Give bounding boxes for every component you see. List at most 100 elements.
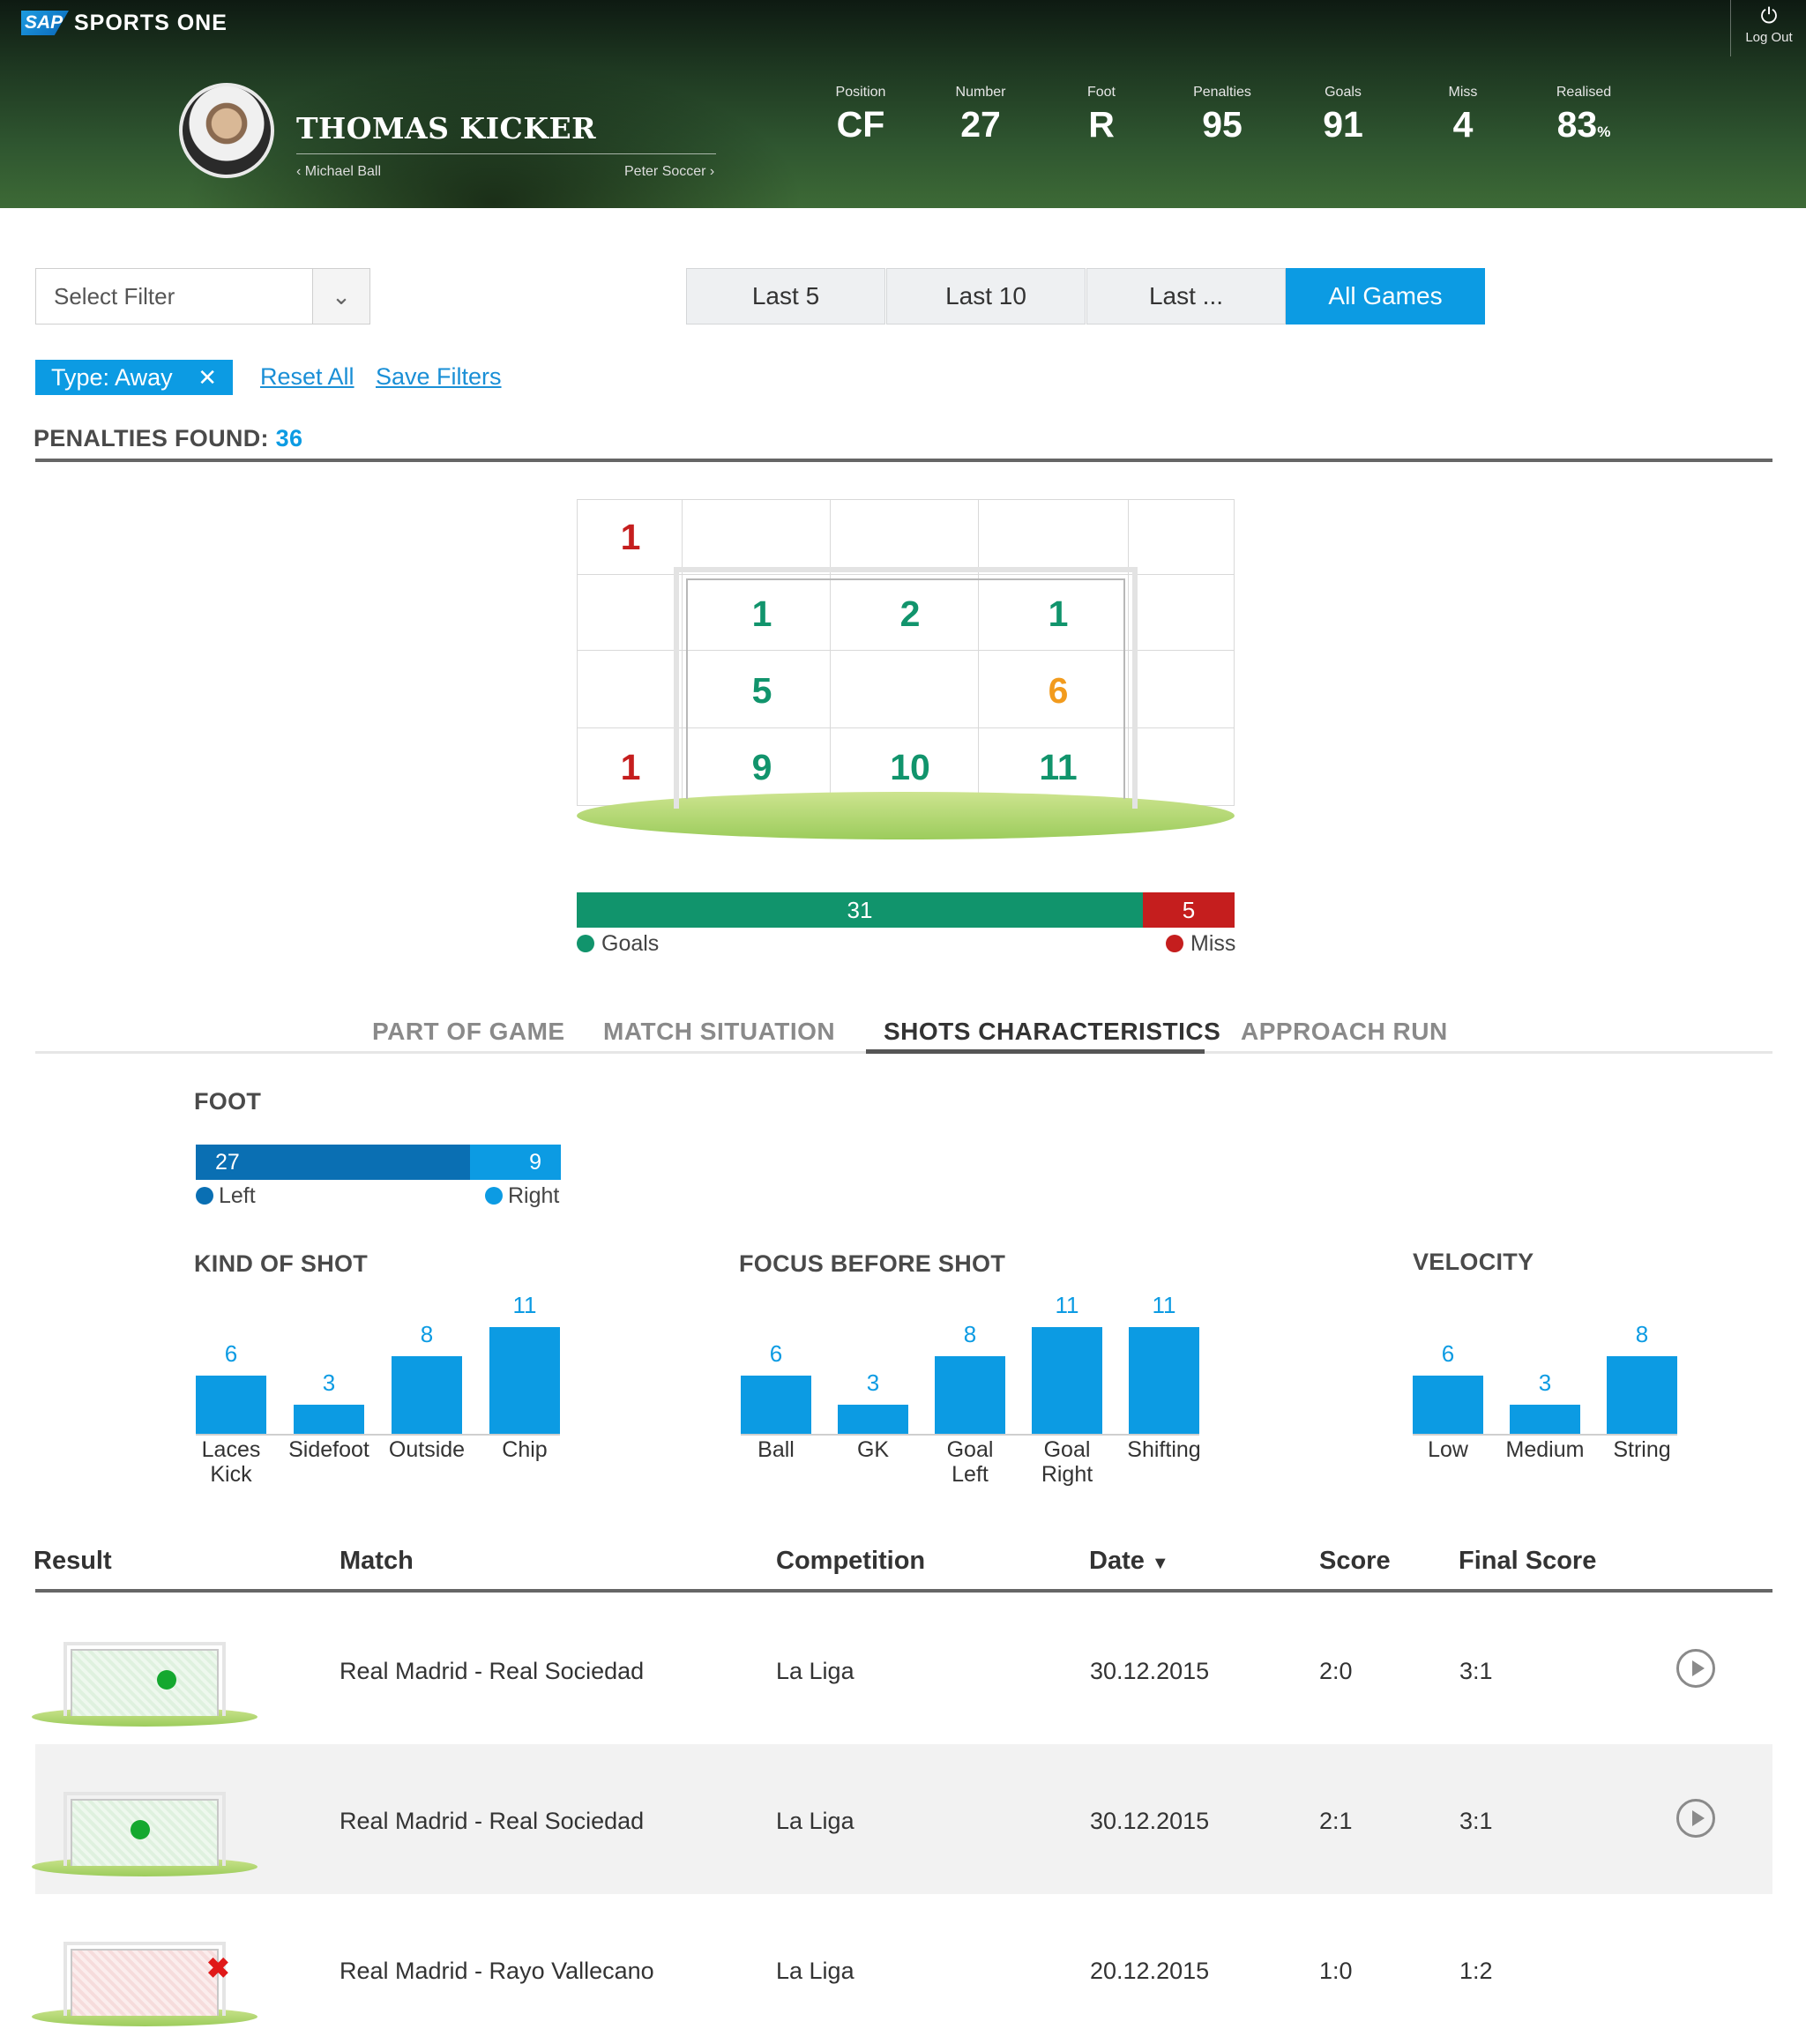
chart-bar[interactable] bbox=[1510, 1405, 1580, 1434]
col-header-match[interactable]: Match bbox=[340, 1547, 414, 1576]
tab-part-of-game[interactable]: PART OF GAME bbox=[372, 1018, 565, 1046]
col-header-score[interactable]: Score bbox=[1319, 1547, 1391, 1576]
miss-legend-label: Miss bbox=[1190, 931, 1236, 956]
chart-bar-label: Shifting bbox=[1127, 1437, 1201, 1462]
chart-baseline bbox=[196, 1434, 560, 1436]
range-last-10[interactable]: Last 10 bbox=[886, 268, 1086, 325]
foot-left-value: 27 bbox=[215, 1150, 240, 1175]
stat-penalties: Penalties 95 bbox=[1160, 85, 1284, 145]
range-last-custom[interactable]: Last ... bbox=[1086, 268, 1286, 325]
chart-bar[interactable] bbox=[1129, 1327, 1199, 1434]
chart-bar[interactable] bbox=[935, 1356, 1005, 1434]
zone-outside-top-left[interactable]: 1 bbox=[604, 517, 657, 558]
goals-legend-dot bbox=[577, 935, 594, 952]
col-header-date[interactable]: Date ▼ bbox=[1089, 1547, 1169, 1576]
zone-bottom-right[interactable]: 11 bbox=[1032, 747, 1085, 788]
chart-bar[interactable] bbox=[741, 1376, 811, 1434]
stat-miss: Miss 4 bbox=[1401, 85, 1525, 145]
stat-label: Position bbox=[835, 85, 886, 100]
app-header: SAP SPORTS ONE ⏻ Log Out THOMAS KICKER ‹… bbox=[0, 0, 1806, 208]
close-icon[interactable]: ✕ bbox=[198, 360, 217, 395]
chart-bar-value: 6 bbox=[224, 1340, 238, 1367]
filter-select[interactable]: Select Filter ⌄ bbox=[35, 268, 370, 325]
foot-left-dot bbox=[196, 1187, 213, 1205]
chart-bar-value: 6 bbox=[769, 1340, 783, 1367]
table-row[interactable] bbox=[35, 1744, 1772, 1894]
zone-top-center[interactable]: 2 bbox=[884, 593, 937, 635]
tab-match-situation[interactable]: MATCH SITUATION bbox=[603, 1018, 835, 1046]
chart-bar-label: Laces Kick bbox=[201, 1437, 261, 1487]
stat-value: R bbox=[1088, 104, 1115, 145]
previous-player-link[interactable]: ‹ Michael Ball bbox=[296, 164, 381, 180]
match-cell: Real Madrid - Real Sociedad bbox=[340, 1808, 645, 1834]
col-header-competition[interactable]: Competition bbox=[776, 1547, 925, 1576]
stat-label: Realised bbox=[1556, 85, 1612, 100]
chart-bar[interactable] bbox=[1413, 1376, 1483, 1434]
zone-outside-bottom-left[interactable]: 1 bbox=[604, 747, 657, 788]
table-row[interactable] bbox=[35, 1894, 1772, 2044]
logout-button[interactable]: ⏻ Log Out bbox=[1730, 0, 1806, 56]
range-all-games[interactable]: All Games bbox=[1286, 268, 1485, 325]
penalties-found-title: PENALTIES FOUND: 36 bbox=[34, 425, 302, 452]
chart-bar[interactable] bbox=[1032, 1327, 1102, 1434]
table-row[interactable] bbox=[35, 1594, 1772, 1744]
logout-label: Log Out bbox=[1745, 30, 1793, 45]
col-header-final-score[interactable]: Final Score bbox=[1459, 1547, 1596, 1576]
save-filters-link[interactable]: Save Filters bbox=[376, 363, 502, 391]
stat-foot: Foot R bbox=[1040, 85, 1163, 145]
focus-before-shot-title: FOCUS BEFORE SHOT bbox=[739, 1250, 1006, 1277]
chart-bar[interactable] bbox=[392, 1356, 462, 1434]
stat-label: Penalties bbox=[1193, 85, 1251, 100]
zone-mid-left[interactable]: 5 bbox=[735, 670, 788, 712]
stat-realised: Realised 83% bbox=[1522, 85, 1646, 145]
chart-bar[interactable] bbox=[1607, 1356, 1677, 1434]
filter-select-placeholder: Select Filter bbox=[54, 283, 175, 310]
ball-icon bbox=[157, 1670, 176, 1690]
stat-goals: Goals 91 bbox=[1281, 85, 1405, 145]
power-icon: ⏻ bbox=[1760, 4, 1778, 28]
goal-net bbox=[71, 1949, 219, 2016]
zone-mid-right[interactable]: 6 bbox=[1032, 670, 1085, 712]
reset-all-link[interactable]: Reset All bbox=[260, 363, 354, 391]
brand-name: SPORTS ONE bbox=[74, 11, 228, 35]
foot-left-label: Left bbox=[219, 1183, 256, 1208]
sap-logo: SAP bbox=[21, 11, 69, 35]
chart-bar[interactable] bbox=[838, 1405, 908, 1434]
penalties-found-label: PENALTIES FOUND: bbox=[34, 425, 269, 451]
col-header-result[interactable]: Result bbox=[34, 1547, 112, 1576]
chart-baseline bbox=[1413, 1434, 1677, 1436]
active-filter-label: Type: Away bbox=[51, 364, 173, 391]
stat-value: 83% bbox=[1522, 104, 1646, 145]
chart-bar-value: 6 bbox=[1441, 1340, 1455, 1367]
foot-right-dot bbox=[485, 1187, 503, 1205]
foot-left-segment: 27 bbox=[196, 1145, 470, 1180]
miss-legend: Miss bbox=[1166, 931, 1235, 957]
score-cell: 2:0 bbox=[1319, 1658, 1353, 1684]
chart-bar-label: Sidefoot bbox=[288, 1437, 369, 1462]
ball-icon bbox=[131, 1820, 150, 1839]
zone-bottom-left[interactable]: 9 bbox=[735, 747, 788, 788]
foot-right-label: Right bbox=[508, 1183, 560, 1208]
chart-bar[interactable] bbox=[489, 1327, 560, 1434]
zone-top-left[interactable]: 1 bbox=[735, 593, 788, 635]
chevron-down-icon[interactable]: ⌄ bbox=[312, 269, 369, 324]
chart-bar-label: Ball bbox=[757, 1437, 795, 1462]
next-player-link[interactable]: Peter Soccer › bbox=[624, 164, 714, 180]
date-cell: 30.12.2015 bbox=[1090, 1658, 1210, 1684]
zone-bottom-center[interactable]: 10 bbox=[884, 747, 937, 788]
chart-bar-value: 8 bbox=[1635, 1321, 1649, 1347]
col-header-date-label: Date bbox=[1089, 1547, 1145, 1575]
sort-desc-icon[interactable]: ▼ bbox=[1152, 1554, 1169, 1573]
zone-top-right[interactable]: 1 bbox=[1032, 593, 1085, 635]
result-goal-thumbnail bbox=[32, 1792, 257, 1880]
tab-approach-run[interactable]: APPROACH RUN bbox=[1241, 1018, 1448, 1046]
chart-bar-label: Medium bbox=[1505, 1437, 1585, 1462]
range-last-5[interactable]: Last 5 bbox=[686, 268, 885, 325]
play-video-icon[interactable] bbox=[1676, 1649, 1715, 1688]
chart-bar[interactable] bbox=[294, 1405, 364, 1434]
chart-bar[interactable] bbox=[196, 1376, 266, 1434]
competition-cell: La Liga bbox=[776, 1958, 854, 1984]
score-cell: 1:0 bbox=[1319, 1958, 1353, 1984]
tab-shots-characteristics[interactable]: SHOTS CHARACTERISTICS bbox=[884, 1018, 1220, 1046]
play-video-icon[interactable] bbox=[1676, 1799, 1715, 1838]
